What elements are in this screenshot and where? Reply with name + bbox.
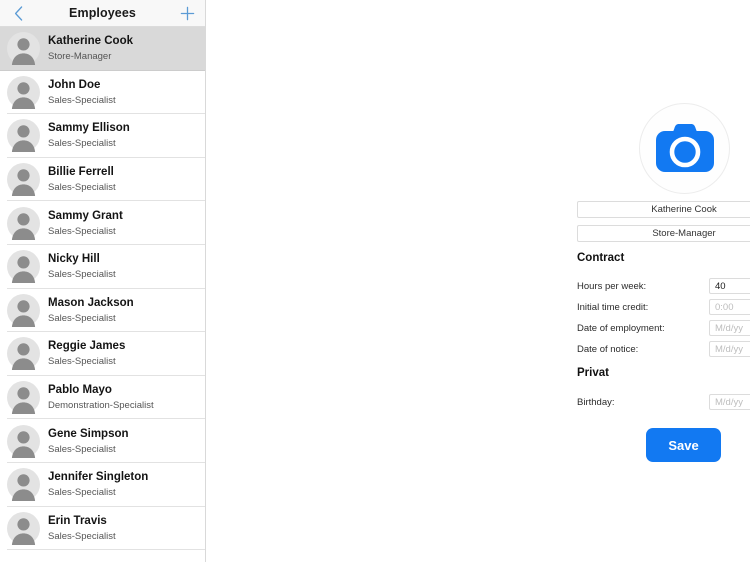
employee-name: Reggie James [48, 340, 126, 353]
list-item[interactable]: Sammy Grant Sales-Specialist [0, 201, 205, 245]
list-item[interactable]: Nicky Hill Sales-Specialist [0, 244, 205, 289]
list-item-text: Reggie James Sales-Specialist [48, 339, 125, 368]
list-item-text: Nicky Hill Sales-Specialist [48, 252, 116, 281]
avatar [7, 119, 40, 153]
employee-name: Billie Ferrell [48, 166, 114, 179]
date-of-employment-input[interactable]: M/d/yy [709, 320, 750, 336]
employee-role: Sales-Specialist [48, 138, 116, 150]
save-button[interactable]: Save [646, 428, 721, 462]
list-item-text: Pablo Mayo Demonstration-Specialist [48, 383, 154, 412]
form-row-date-of-notice: Date of notice: M/d/yy [577, 340, 750, 358]
employee-name: John Doe [48, 78, 101, 91]
chevron-left-icon[interactable] [9, 3, 27, 23]
list-item[interactable]: Pablo Mayo Demonstration-Specialist [0, 375, 205, 420]
employee-role: Sales-Specialist [48, 487, 116, 499]
list-item-text: John Doe Sales-Specialist [48, 78, 116, 107]
field-label: Date of employment: [577, 322, 665, 334]
list-item[interactable]: John Doe Sales-Specialist [0, 70, 205, 115]
list-item-text: Erin Travis Sales-Specialist [48, 514, 116, 543]
list-item[interactable]: Sammy Ellison Sales-Specialist [0, 114, 205, 158]
employee-role: Sales-Specialist [48, 356, 116, 368]
employee-list[interactable]: Katherine Cook Store-Manager John Doe Sales… [0, 27, 205, 562]
employee-name: Sammy Grant [48, 209, 123, 222]
list-item-text: Sammy Grant Sales-Specialist [48, 209, 123, 238]
list-item[interactable]: Jennifer Singleton Sales-Specialist [0, 462, 205, 507]
hours-per-week-input[interactable]: 40 [709, 278, 750, 294]
list-item-text: Gene Simpson Sales-Specialist [48, 427, 129, 456]
list-item[interactable]: Mason Jackson Sales-Specialist [0, 288, 205, 333]
list-item-text: Billie Ferrell Sales-Specialist [48, 165, 116, 194]
employee-role: Sales-Specialist [48, 94, 116, 106]
employee-name-field[interactable]: Katherine Cook [577, 201, 750, 218]
sidebar-header: Employees [0, 0, 205, 27]
employee-name: Sammy Ellison [48, 122, 130, 135]
employee-name: Katherine Cook [48, 35, 133, 48]
contract-section-heading: Contract [577, 252, 625, 264]
employee-manager-app: Employees Katherine Cook Store-Manager Joh… [0, 0, 750, 562]
avatar [7, 206, 40, 240]
form-row-initial-time-credit: Initial time credit: 0:00 [577, 298, 750, 316]
employee-name: Erin Travis [48, 514, 107, 527]
avatar [7, 468, 40, 502]
list-item[interactable]: Katherine Cook Store-Manager [0, 27, 205, 71]
avatar [7, 424, 40, 458]
list-item-text: Katherine Cook Store-Manager [48, 34, 133, 63]
form-row-hours-per-week: Hours per week: 40 [577, 277, 750, 295]
employee-role: Sales-Specialist [48, 182, 116, 194]
avatar [7, 381, 40, 415]
identity-fields: Katherine Cook Store-Manager [577, 201, 750, 242]
plus-icon[interactable] [177, 3, 197, 23]
employee-role: Demonstration-Specialist [48, 400, 154, 412]
avatar [7, 337, 40, 371]
list-item-text: Sammy Ellison Sales-Specialist [48, 121, 130, 150]
avatar [7, 163, 40, 197]
employee-name: Mason Jackson [48, 296, 134, 309]
list-item-text: Jennifer Singleton Sales-Specialist [48, 470, 148, 499]
field-label: Birthday: [577, 396, 615, 408]
list-item[interactable]: Reggie James Sales-Specialist [0, 332, 205, 376]
privat-section-heading: Privat [577, 367, 609, 379]
avatar [7, 511, 40, 545]
field-label: Initial time credit: [577, 301, 649, 313]
date-of-notice-input[interactable]: M/d/yy [709, 341, 750, 357]
form-row-date-of-employment: Date of employment: M/d/yy [577, 319, 750, 337]
list-item[interactable]: Gene Simpson Sales-Specialist [0, 419, 205, 463]
field-label: Hours per week: [577, 280, 647, 292]
avatar [7, 32, 40, 66]
list-item-text: Mason Jackson Sales-Specialist [48, 296, 134, 325]
initial-time-credit-input[interactable]: 0:00 [709, 299, 750, 315]
employee-sidebar: Employees Katherine Cook Store-Manager Joh… [0, 0, 206, 562]
employee-role: Sales-Specialist [48, 530, 116, 542]
employee-role: Store-Manager [48, 51, 112, 63]
employee-detail-pane: Katherine Cook Store-Manager Contract Ho… [206, 0, 750, 562]
list-item[interactable]: Erin Travis Sales-Specialist [0, 506, 205, 551]
employee-name: Nicky Hill [48, 253, 100, 266]
avatar [7, 293, 40, 327]
employee-role: Sales-Specialist [48, 269, 116, 281]
field-label: Date of notice: [577, 343, 639, 355]
employee-role: Sales-Specialist [48, 443, 116, 455]
avatar [7, 250, 40, 284]
list-item[interactable]: Billie Ferrell Sales-Specialist [0, 157, 205, 202]
employee-role: Sales-Specialist [48, 225, 116, 237]
employee-role-field[interactable]: Store-Manager [577, 225, 750, 242]
employee-name: Pablo Mayo [48, 384, 112, 397]
avatar [7, 75, 40, 109]
form-row-birthday: Birthday: M/d/yy [577, 393, 750, 411]
employee-name: Gene Simpson [48, 427, 129, 440]
employee-name: Jennifer Singleton [48, 471, 149, 484]
birthday-input[interactable]: M/d/yy [709, 394, 750, 410]
page-title: Employees [69, 6, 136, 20]
employee-role: Sales-Specialist [48, 312, 116, 324]
camera-icon[interactable] [639, 103, 730, 194]
